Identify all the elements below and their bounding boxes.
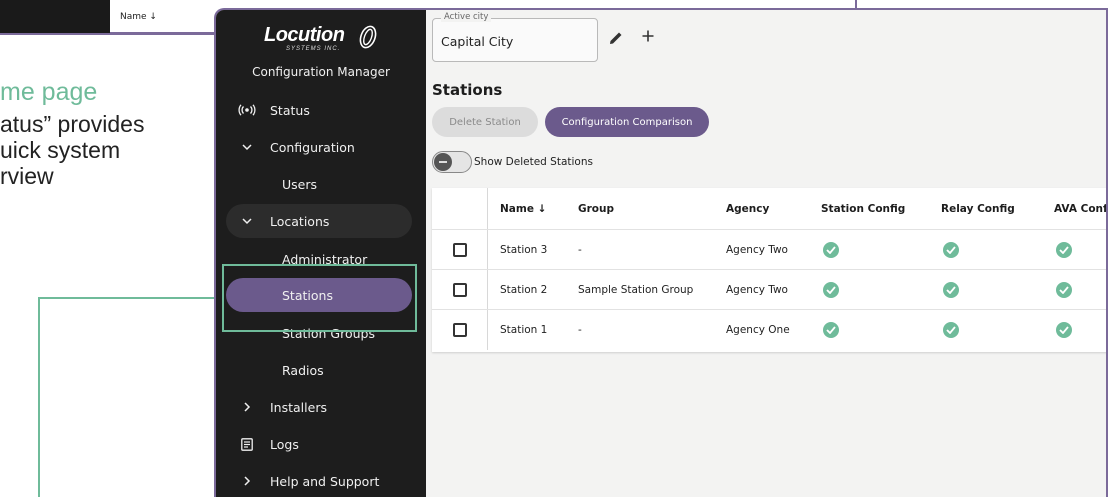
row-checkbox[interactable] xyxy=(453,323,467,337)
plus-icon xyxy=(642,30,654,42)
column-header-group[interactable]: Group xyxy=(578,188,614,229)
callout-highlight-box xyxy=(222,264,417,332)
check-circle-icon xyxy=(823,281,839,298)
sidebar-item-users[interactable]: Users xyxy=(226,167,412,201)
column-header-relay-config[interactable]: Relay Config xyxy=(941,188,1015,229)
toggle-knob xyxy=(434,153,452,171)
check-circle-icon xyxy=(1056,241,1072,258)
check-circle-icon xyxy=(943,281,959,298)
brand-mark-icon xyxy=(359,25,377,49)
app-window: Locution SYSTEMS INC. Configuration Mana… xyxy=(214,8,1108,497)
cell-name: Station 1 xyxy=(500,324,548,336)
chevron-right-icon xyxy=(236,402,258,412)
table-row[interactable]: Station 3 - Agency Two xyxy=(432,230,1106,270)
chevron-down-icon xyxy=(236,217,258,225)
sidebar-item-label: Installers xyxy=(270,399,327,415)
chevron-right-icon xyxy=(236,476,258,486)
row-checkbox[interactable] xyxy=(453,243,467,257)
row-checkbox[interactable] xyxy=(453,283,467,297)
column-header-agency[interactable]: Agency xyxy=(726,188,769,229)
active-city-field[interactable]: Active city Capital City xyxy=(432,12,598,62)
cell-group: - xyxy=(578,324,582,336)
cell-group: Sample Station Group xyxy=(578,283,694,296)
callout-connector-line xyxy=(38,297,224,299)
configuration-comparison-button[interactable]: Configuration Comparison xyxy=(545,107,709,137)
column-header-name[interactable]: Name ↓ xyxy=(500,188,546,229)
check-circle-icon xyxy=(823,241,839,258)
show-deleted-label: Show Deleted Stations xyxy=(474,156,593,168)
brand-logo: Locution SYSTEMS INC. xyxy=(264,24,384,58)
sidebar-item-label: Configuration xyxy=(270,139,355,155)
previous-screenshot-fragment: Name ↓ xyxy=(0,0,214,34)
sidebar-item-logs[interactable]: Logs xyxy=(226,427,412,461)
page-title: Stations xyxy=(432,81,503,99)
sidebar-item-help[interactable]: Help and Support xyxy=(226,464,412,497)
previous-column-name: Name ↓ xyxy=(120,12,157,22)
active-city-value: Capital City xyxy=(441,34,514,49)
brand-subtitle: SYSTEMS INC. xyxy=(286,46,341,52)
slide-body: atus” provides uick system rview xyxy=(0,111,200,189)
column-header-station-config[interactable]: Station Config xyxy=(821,188,905,229)
cell-agency: Agency Two xyxy=(726,243,788,256)
document-list-icon xyxy=(236,437,258,451)
slide-body-line: uick system xyxy=(0,137,121,163)
edit-city-button[interactable] xyxy=(606,28,626,48)
sidebar-item-configuration[interactable]: Configuration xyxy=(226,130,412,164)
sidebar-item-status[interactable]: Status xyxy=(226,93,412,127)
sidebar-item-locations[interactable]: Locations xyxy=(226,204,412,238)
table-header-row: Name ↓ Group Agency Station Config Relay… xyxy=(432,188,1106,230)
chevron-down-icon xyxy=(236,143,258,151)
sidebar-item-label: Locations xyxy=(270,213,330,229)
slide-canvas: Name ↓ me page atus” provides uick syste… xyxy=(0,0,1108,497)
stations-table: Name ↓ Group Agency Station Config Relay… xyxy=(432,188,1106,352)
check-circle-icon xyxy=(1056,322,1072,338)
cell-agency: Agency One xyxy=(726,324,790,336)
pencil-icon xyxy=(610,32,622,44)
delete-station-button[interactable]: Delete Station xyxy=(432,107,538,137)
app-name: Configuration Manager xyxy=(252,65,390,79)
slide-body-line: atus” provides xyxy=(0,111,145,137)
check-circle-icon xyxy=(823,322,839,338)
cell-name: Station 3 xyxy=(500,243,548,256)
table-row[interactable]: Station 2 Sample Station Group Agency Tw… xyxy=(432,270,1106,310)
sidebar-item-label: Status xyxy=(270,102,310,118)
slide-caption: me page atus” provides uick system rview xyxy=(0,78,200,189)
cell-group: - xyxy=(578,243,582,256)
sidebar-item-radios[interactable]: Radios xyxy=(226,353,412,387)
check-circle-icon xyxy=(943,322,959,338)
main-content: Active city Capital City Stations Delete… xyxy=(426,10,1106,497)
show-deleted-toggle[interactable] xyxy=(432,151,472,173)
check-circle-icon xyxy=(1056,281,1072,298)
callout-connector-line xyxy=(38,297,40,497)
sidebar-item-installers[interactable]: Installers xyxy=(226,390,412,424)
cell-name: Station 2 xyxy=(500,283,548,296)
active-city-label: Active city xyxy=(441,12,492,22)
brand-name: Locution xyxy=(264,24,345,46)
column-header-ava-config[interactable]: AVA Confi xyxy=(1054,188,1106,229)
slide-heading: me page xyxy=(0,78,98,106)
sidebar-item-label: Help and Support xyxy=(270,473,380,489)
check-circle-icon xyxy=(943,241,959,258)
sidebar: Locution SYSTEMS INC. Configuration Mana… xyxy=(216,10,426,497)
table-row[interactable]: Station 1 - Agency One xyxy=(432,310,1106,350)
cell-agency: Agency Two xyxy=(726,283,788,296)
slide-body-line: rview xyxy=(0,163,54,189)
sidebar-item-label: Radios xyxy=(282,362,324,378)
broadcast-icon xyxy=(236,104,258,116)
add-city-button[interactable] xyxy=(638,26,658,46)
sidebar-item-label: Users xyxy=(282,176,318,192)
sidebar-item-label: Logs xyxy=(270,436,299,452)
